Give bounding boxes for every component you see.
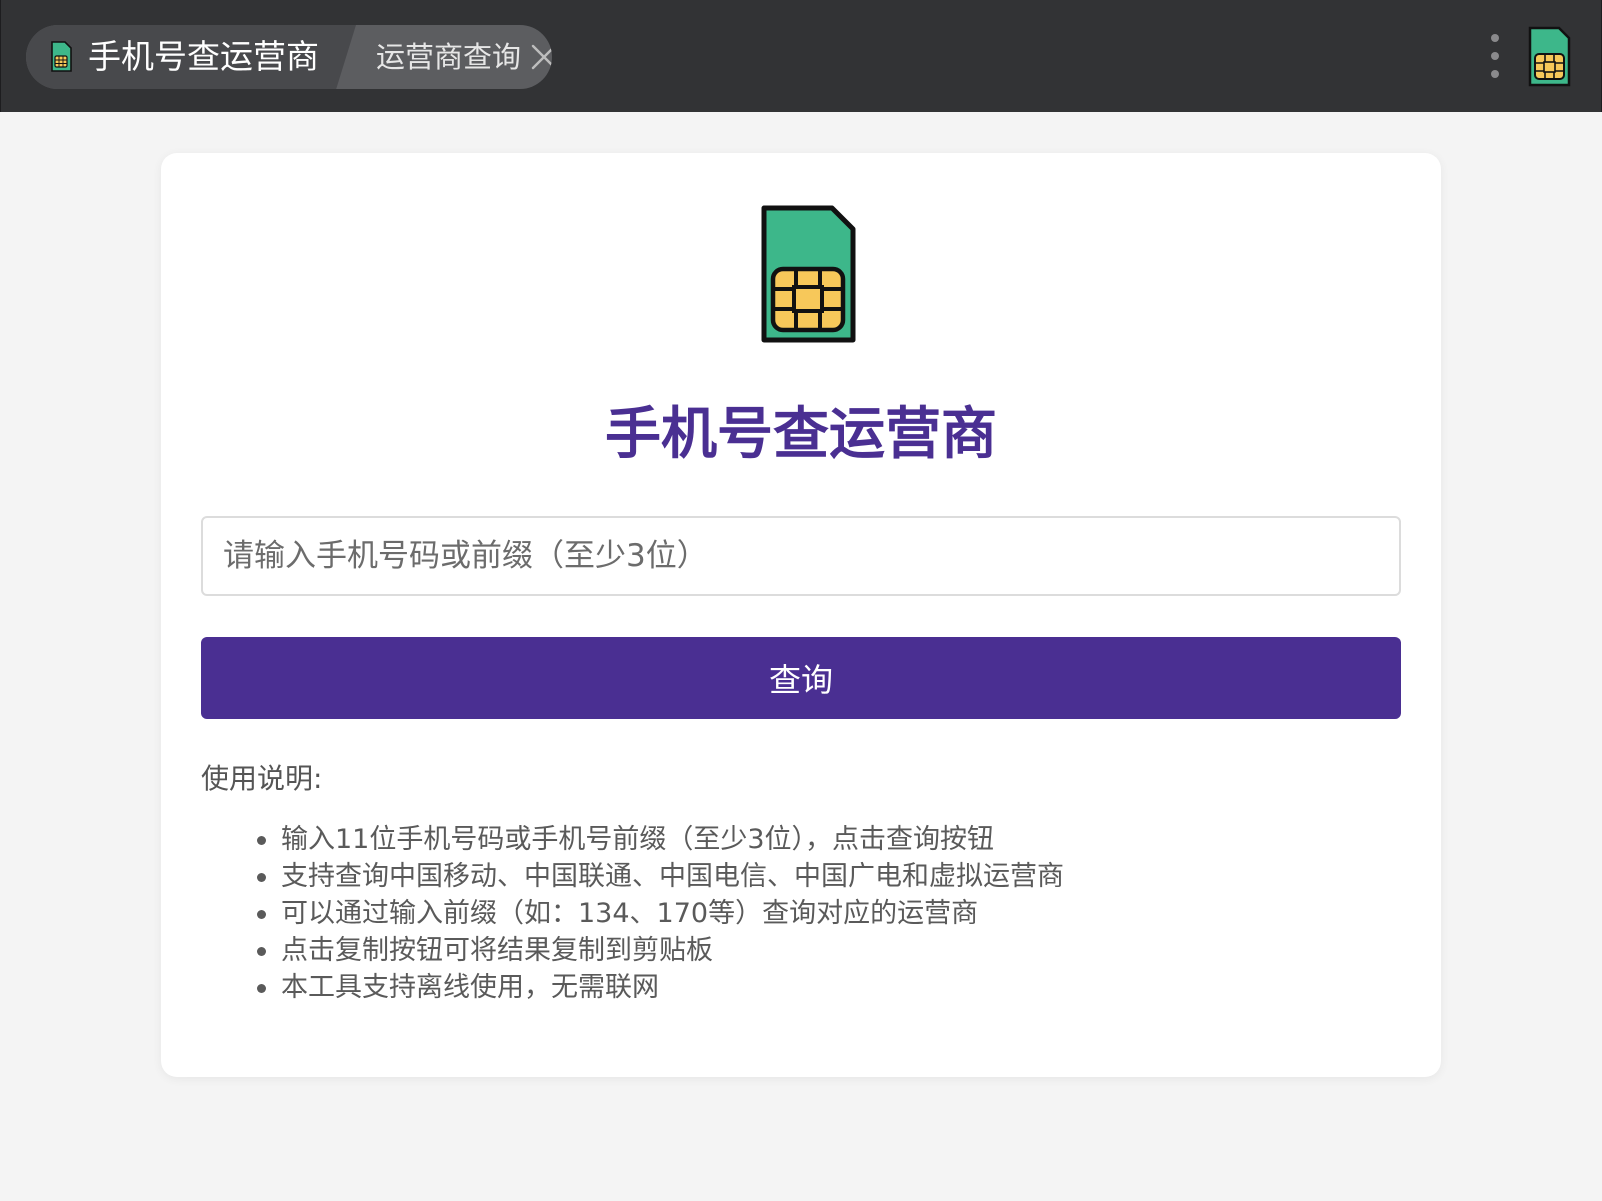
title-bar: 手机号查运营商 运营商查询 (0, 0, 1602, 112)
main-card: 手机号查运营商 查询 使用说明: 输入11位手机号码或手机号前缀（至少3位），点… (161, 153, 1441, 1077)
phone-number-input[interactable] (201, 516, 1401, 596)
sim-card-icon (51, 41, 72, 72)
list-item: 输入11位手机号码或手机号前缀（至少3位），点击查询按钮 (257, 821, 1064, 858)
query-button[interactable]: 查询 (201, 637, 1401, 719)
breadcrumb-page-label: 运营商查询 (376, 40, 522, 74)
usage-title: 使用说明: (201, 762, 323, 795)
list-item: 支持查询中国移动、中国联通、中国电信、中国广电和虚拟运营商 (257, 858, 1064, 895)
usage-list: 输入11位手机号码或手机号前缀（至少3位），点击查询按钮 支持查询中国移动、中国… (201, 821, 1064, 1006)
list-item: 点击复制按钮可将结果复制到剪贴板 (257, 932, 1064, 969)
list-item: 本工具支持离线使用，无需联网 (257, 969, 1064, 1006)
page-title: 手机号查运营商 (605, 402, 997, 467)
breadcrumb-app[interactable]: 手机号查运营商 (26, 25, 356, 89)
breadcrumb: 手机号查运营商 运营商查询 (26, 25, 552, 89)
more-vertical-icon[interactable] (1481, 33, 1509, 79)
sim-card-icon (1528, 26, 1571, 87)
close-icon[interactable] (530, 43, 552, 71)
breadcrumb-app-label: 手机号查运营商 (88, 37, 319, 76)
breadcrumb-current-page[interactable]: 运营商查询 (352, 25, 552, 89)
sim-card-icon (761, 205, 856, 343)
list-item: 可以通过输入前缀（如：134、170等）查询对应的运营商 (257, 895, 1064, 932)
